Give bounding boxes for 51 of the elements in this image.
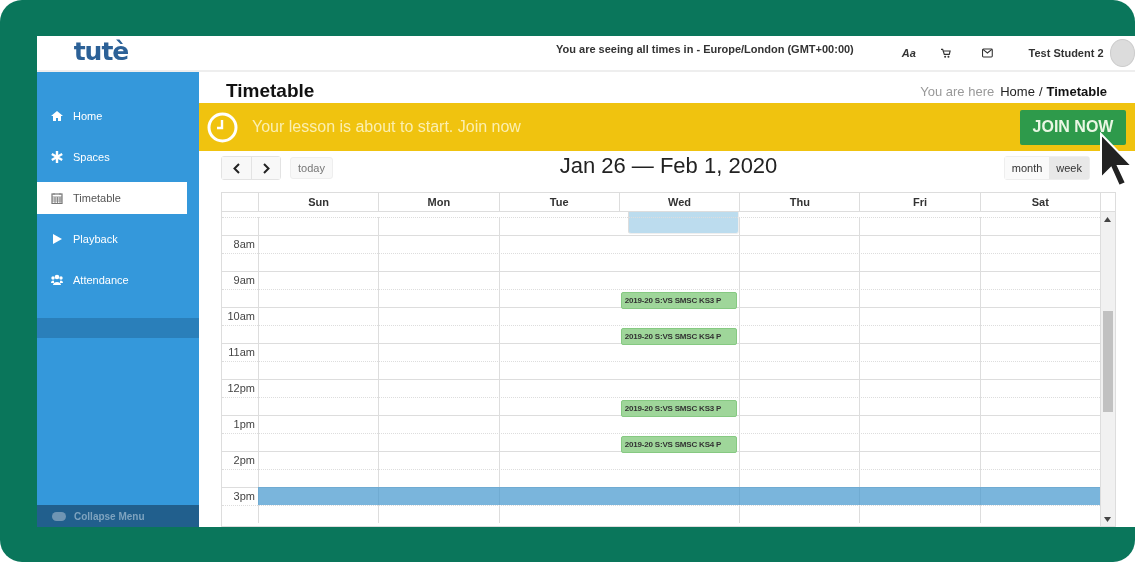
date-range-title: Jan 26 — Feb 1, 2020 xyxy=(559,153,778,178)
sidebar-item[interactable]: Timetable xyxy=(37,182,187,214)
time-label: 3pm xyxy=(232,489,256,504)
calendar-icon xyxy=(51,192,63,204)
breadcrumb-separator: / xyxy=(1038,83,1043,101)
scrollbar[interactable] xyxy=(1100,212,1115,526)
calendar-event[interactable]: 2019-20 S:VS SMSC KS3 P xyxy=(620,400,738,417)
chevron-right-icon xyxy=(262,162,270,174)
chevron-left-icon xyxy=(233,162,240,174)
page-title: Timetable xyxy=(226,79,315,103)
previous-button[interactable] xyxy=(222,157,251,179)
calendar-event[interactable]: 2019-20 S:VS SMSC KS4 P xyxy=(620,436,738,453)
day-header: Fri xyxy=(859,193,980,211)
calendar-event[interactable]: 2019-20 S:VS SMSC KS3 P xyxy=(620,292,738,309)
home-icon xyxy=(51,110,63,122)
time-label: 12pm xyxy=(226,381,256,396)
breadcrumb-link[interactable]: Home xyxy=(1000,81,1035,103)
scroll-up-icon[interactable] xyxy=(1104,217,1111,222)
view-button[interactable]: week xyxy=(1049,157,1089,179)
day-header: Sat xyxy=(979,193,1100,211)
calendar-event[interactable]: 2019-20 S:VS SMSC KS4 P xyxy=(620,328,738,345)
today-button[interactable]: today xyxy=(290,157,333,179)
day-header: Mon xyxy=(378,193,499,211)
asterisk-icon xyxy=(51,151,63,163)
day-header: Sun xyxy=(258,193,379,211)
time-label: 11am xyxy=(227,345,256,360)
breadcrumb-current: Timetable xyxy=(1046,83,1107,101)
toggle-icon[interactable] xyxy=(52,511,66,521)
day-header: Thu xyxy=(739,193,860,211)
user-name[interactable]: Test Student 2 xyxy=(1028,47,1104,59)
timezone-notice: You are seeing all times in - Europe/London (GMT+00:00) xyxy=(556,43,854,55)
time-label: 1pm xyxy=(232,417,256,432)
font-size-button[interactable]: Aa xyxy=(901,47,916,59)
cart-icon[interactable] xyxy=(940,47,951,59)
scroll-down-icon[interactable] xyxy=(1104,517,1111,522)
view-button[interactable]: month xyxy=(1004,157,1050,179)
users-icon xyxy=(51,274,63,286)
play-icon xyxy=(51,233,63,245)
time-label: 8am xyxy=(232,237,256,252)
day-header: Wed xyxy=(618,193,740,211)
scrollbar-thumb[interactable] xyxy=(1103,311,1113,412)
breadcrumb-label: You are here xyxy=(920,83,995,101)
clock-icon xyxy=(207,111,238,143)
time-label: 10am xyxy=(226,309,256,324)
mail-icon[interactable] xyxy=(981,48,993,58)
time-label: 2pm xyxy=(232,453,256,468)
day-header: Tue xyxy=(498,193,619,211)
logo[interactable]: tutè xyxy=(37,36,185,66)
next-button[interactable] xyxy=(251,157,280,179)
time-label: 9am xyxy=(232,273,256,288)
banner-message: Your lesson is about to start. Join now xyxy=(252,118,521,136)
